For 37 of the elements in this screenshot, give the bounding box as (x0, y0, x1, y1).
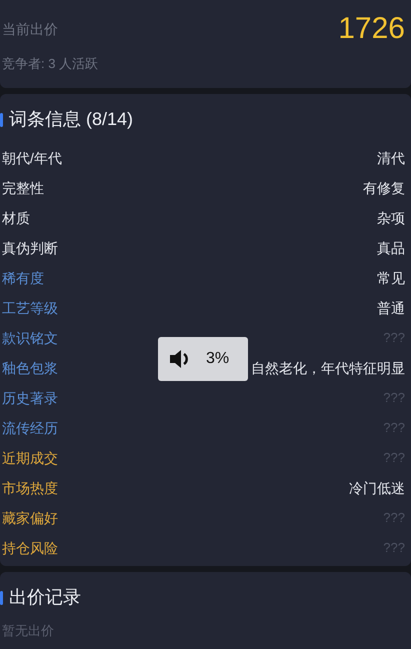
section-marker (0, 590, 3, 604)
attribute-value: 有修复 (363, 178, 405, 198)
current-bid-label: 当前出价 (2, 20, 58, 39)
attribute-value: 自然老化，年代特征明显 (251, 358, 405, 378)
attribute-label: 近期成交 (2, 448, 58, 468)
attribute-value: 真品 (377, 238, 405, 258)
attribute-label: 工艺等级 (2, 298, 58, 318)
attribute-value: 清代 (377, 148, 405, 168)
attribute-value: ??? (383, 509, 405, 528)
attribute-value: ??? (383, 389, 405, 408)
attribute-value: 冷门低迷 (349, 478, 405, 498)
attribute-label: 历史著录 (2, 388, 58, 408)
attribute-label: 款识铭文 (2, 328, 58, 348)
attribute-value: ??? (383, 449, 405, 468)
attribute-label: 流传经历 (2, 418, 58, 438)
attribute-label: 朝代/年代 (2, 148, 62, 168)
attribute-label: 釉色包浆 (2, 358, 58, 378)
attribute-value: ??? (383, 539, 405, 558)
empty-text: 暂无出价 (1, 622, 55, 640)
section-marker (0, 112, 3, 126)
section-title: 出价记录 (9, 586, 81, 609)
attribute-label: 稀有度 (2, 268, 44, 288)
volume-reading: 3% (206, 349, 230, 369)
competitors-text: 竞争者: 3 人活跃 (2, 55, 100, 74)
attribute-value: 常见 (377, 268, 405, 288)
attribute-label: 材质 (2, 208, 30, 228)
attribute-value: ??? (383, 419, 405, 438)
section-title: 词条信息 (8/14) (9, 108, 134, 131)
attribute-value: 普通 (377, 298, 405, 318)
attribute-value: ??? (383, 329, 405, 348)
attribute-label: 完整性 (2, 178, 44, 198)
attribute-value: 杂项 (377, 208, 405, 228)
attribute-label: 真伪判断 (2, 238, 58, 258)
attribute-label: 市场热度 (2, 478, 58, 498)
attribute-label: 藏家偏好 (2, 508, 58, 528)
price: 1726 (338, 14, 405, 44)
attribute-label: 持仓风险 (2, 538, 58, 558)
